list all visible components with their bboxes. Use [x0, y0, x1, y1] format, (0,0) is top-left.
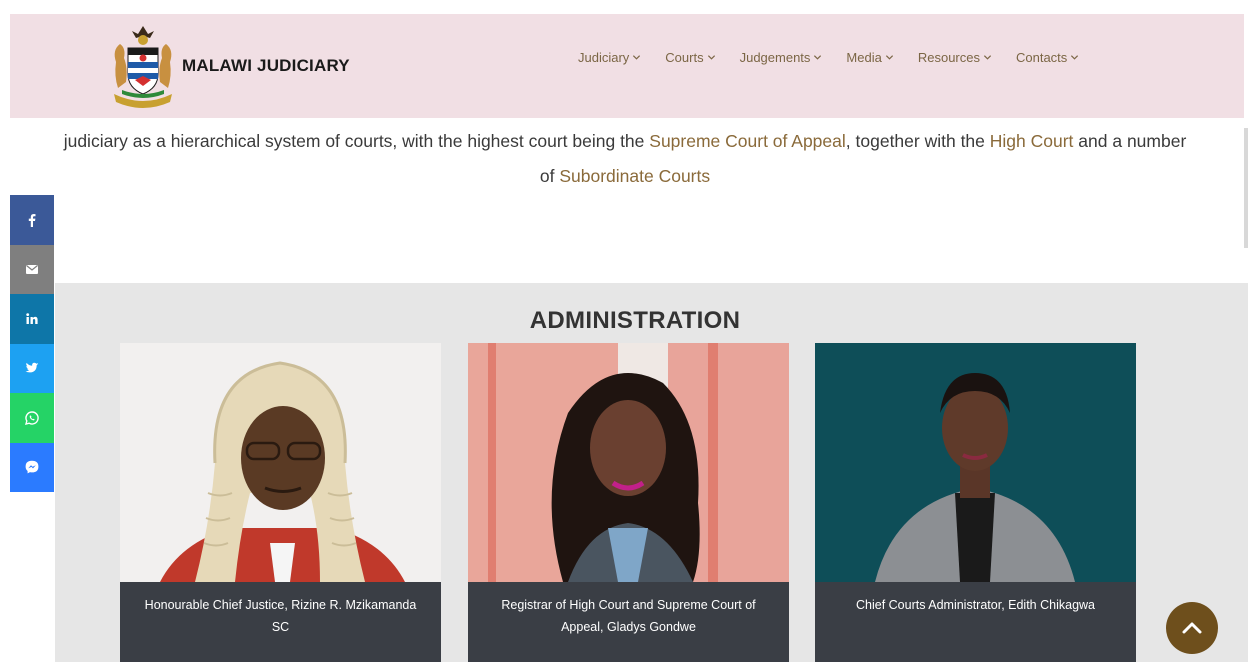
administration-section: ADMINISTRATION Honourable Chief Justice,… — [55, 283, 1248, 662]
intro-paragraph: judiciary as a hierarchical system of co… — [60, 124, 1190, 194]
admin-card-courts-administrator[interactable]: Chief Courts Administrator, Edith Chikag… — [815, 343, 1136, 662]
share-messenger-button[interactable] — [10, 442, 54, 492]
chevron-down-icon — [983, 55, 992, 60]
share-facebook-button[interactable] — [10, 195, 54, 245]
brand-name: MALAWI JUDICIARY — [182, 56, 350, 75]
link-subordinate-courts[interactable]: Subordinate Courts — [559, 166, 710, 186]
courts-administrator-photo — [815, 343, 1136, 582]
chevron-down-icon — [707, 55, 715, 60]
social-share-bar — [10, 195, 54, 492]
link-high-court[interactable]: High Court — [990, 131, 1074, 151]
nav-media[interactable]: Media — [846, 50, 893, 65]
nav-label: Contacts — [1015, 50, 1068, 65]
link-supreme-court-of-appeal[interactable]: Supreme Court of Appeal — [649, 131, 846, 151]
intro-text: judiciary as a hierarchical system of co… — [63, 131, 650, 151]
chevron-down-icon — [1071, 55, 1079, 60]
share-whatsapp-button[interactable] — [10, 393, 54, 443]
messenger-icon — [25, 461, 39, 474]
section-title: ADMINISTRATION — [529, 307, 741, 334]
nav-label: Judgements — [739, 50, 811, 65]
intro-text: , together with the — [845, 131, 990, 151]
chevron-down-icon — [814, 55, 822, 60]
whatsapp-icon — [25, 411, 39, 425]
nav-resources[interactable]: Resources — [918, 50, 992, 65]
site-header: MALAWI JUDICIARY Judiciary Courts Judgem… — [10, 14, 1244, 118]
coat-of-arms-logo — [114, 26, 172, 108]
nav-contacts[interactable]: Contacts — [1016, 50, 1079, 65]
nav-courts[interactable]: Courts — [665, 50, 715, 65]
nav-label: Resources — [917, 50, 980, 65]
admin-card-registrar[interactable]: Registrar of High Court and Supreme Cour… — [468, 343, 789, 662]
page: MALAWI JUDICIARY Judiciary Courts Judgem… — [0, 0, 1248, 662]
share-linkedin-button[interactable] — [10, 294, 54, 344]
registrar-photo — [468, 343, 789, 582]
facebook-icon — [28, 213, 36, 227]
email-icon — [26, 265, 38, 275]
share-twitter-button[interactable] — [10, 343, 54, 393]
admin-card-chief-justice[interactable]: Honourable Chief Justice, Rizine R. Mzik… — [120, 343, 441, 662]
brand[interactable]: MALAWI JUDICIARY — [108, 22, 350, 110]
card-caption: Registrar of High Court and Supreme Cour… — [468, 582, 789, 662]
chevron-down-icon — [633, 55, 641, 60]
nav-judiciary[interactable]: Judiciary — [578, 50, 641, 65]
card-caption: Chief Courts Administrator, Edith Chikag… — [815, 582, 1136, 662]
nav-label: Courts — [665, 50, 704, 65]
card-caption: Honourable Chief Justice, Rizine R. Mzik… — [120, 582, 441, 662]
nav-label: Media — [846, 50, 882, 65]
chevron-up-icon — [1182, 622, 1202, 634]
chief-justice-photo — [120, 343, 441, 582]
nav-label: Judiciary — [578, 50, 630, 65]
share-email-button[interactable] — [10, 244, 54, 294]
linkedin-icon — [26, 312, 38, 324]
twitter-icon — [25, 363, 39, 373]
scrollbar-thumb[interactable] — [1244, 128, 1248, 248]
scroll-to-top-button[interactable] — [1166, 602, 1218, 654]
chevron-down-icon — [885, 55, 893, 60]
main-nav: Judiciary Courts Judgements Media Resour… — [578, 50, 1079, 65]
nav-judgements[interactable]: Judgements — [740, 50, 823, 65]
